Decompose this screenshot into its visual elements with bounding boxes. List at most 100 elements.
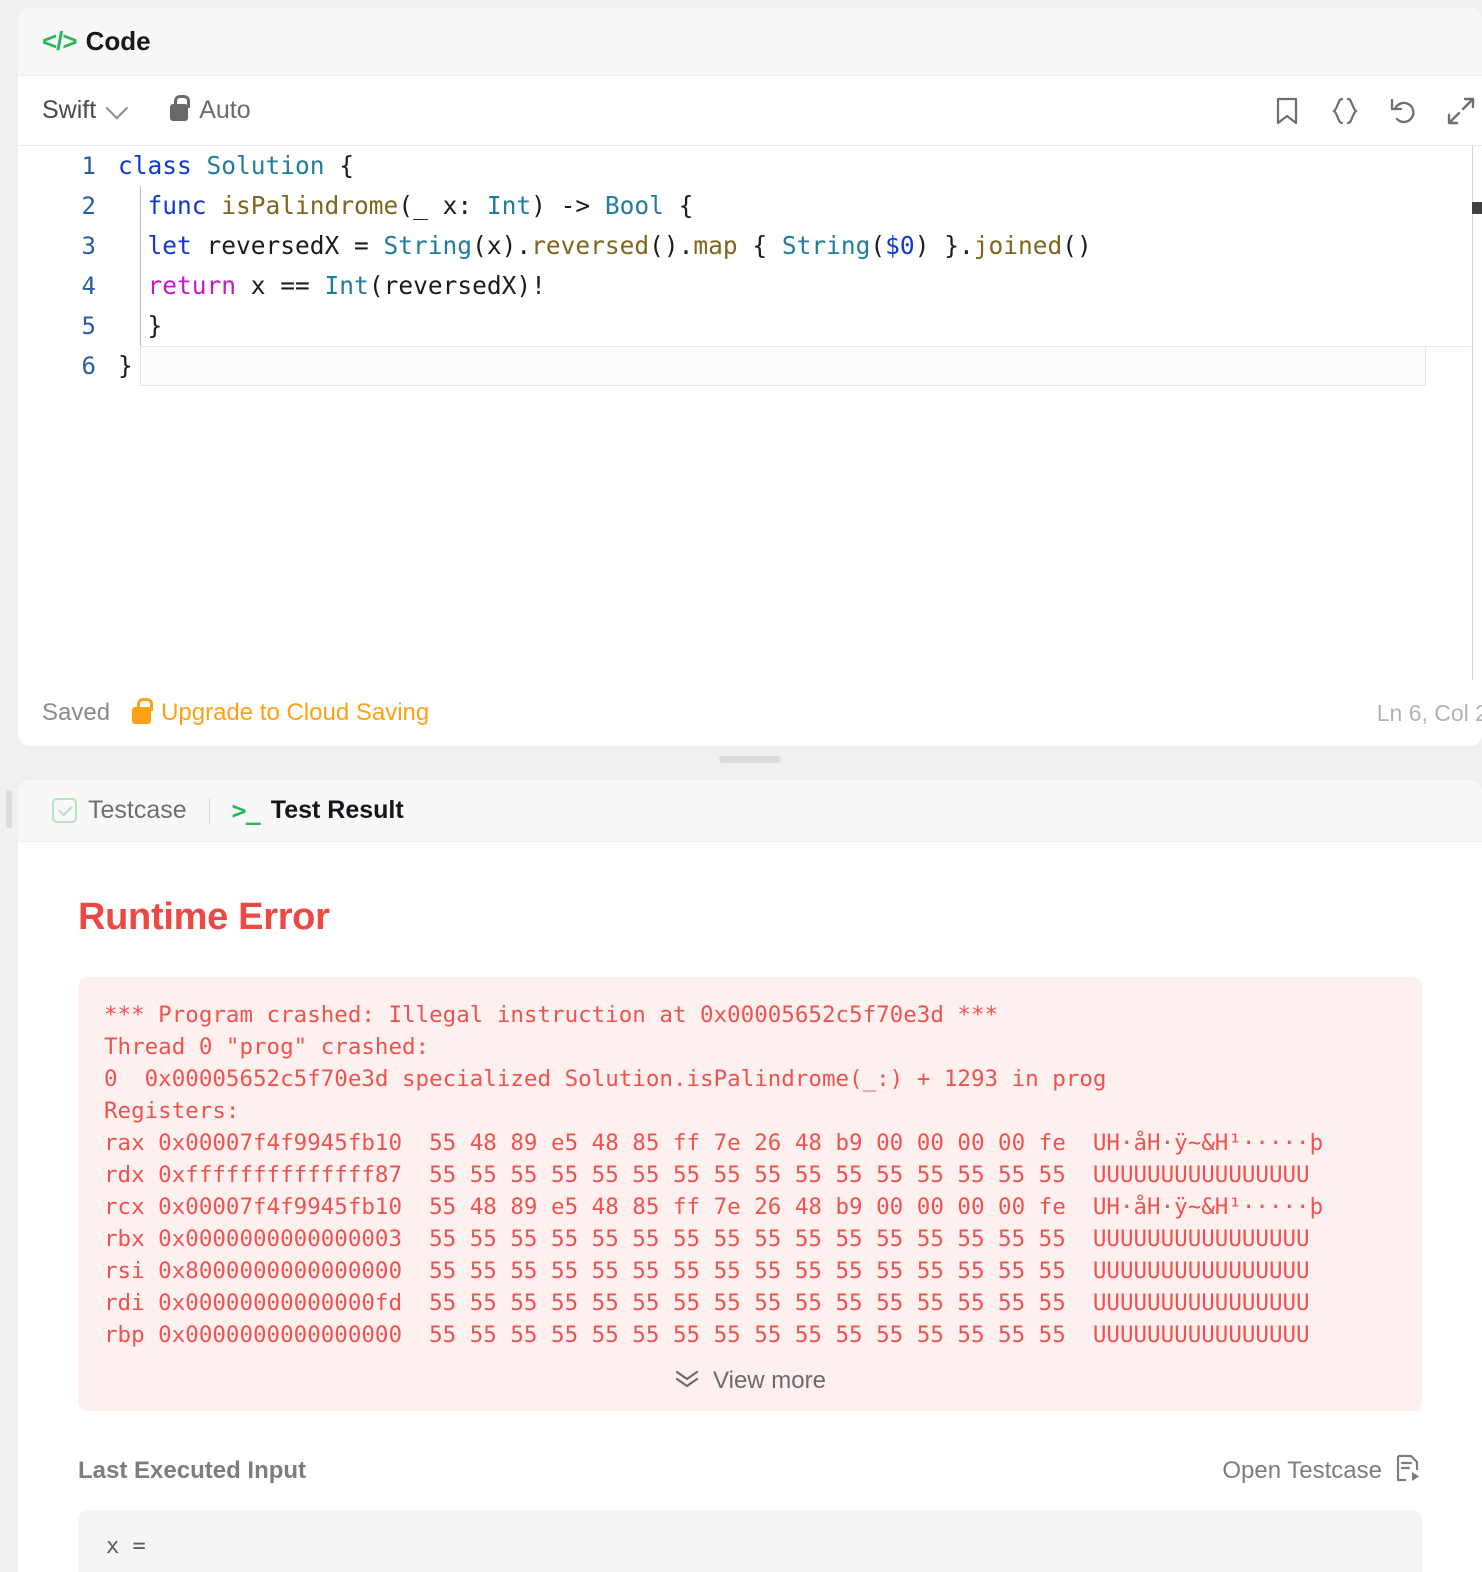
last-executed-input-header: Last Executed Input Open Testcase — [78, 1453, 1422, 1488]
register-row: rdi 0x00000000000000fd 55 55 55 55 55 55… — [104, 1290, 1310, 1316]
vertical-resize-handle[interactable] — [0, 782, 18, 1572]
code-token: (). — [649, 231, 694, 260]
code-line[interactable]: 2 func isPalindrome(_ x: Int) -> Bool { — [18, 186, 1482, 226]
tab-test-result[interactable]: >_ Test Result — [232, 796, 404, 825]
leetcode-editor-screen: </> Code Swift Auto 1 class Solution {2… — [0, 0, 1482, 1572]
indent-guide — [140, 306, 141, 346]
code-token: (_ x: — [398, 191, 487, 220]
resize-grip — [719, 755, 781, 763]
result-panel-tabs: Testcase >_ Test Result — [18, 780, 1482, 842]
undo-icon[interactable] — [1388, 96, 1418, 126]
language-selector-label: Swift — [42, 96, 97, 124]
line-number: 6 — [81, 352, 96, 380]
code-token: isPalindrome — [221, 191, 399, 220]
code-token: Bool — [604, 191, 664, 220]
code-token: reversedX = — [191, 231, 384, 260]
code-line-text: func isPalindrome(_ x: Int) -> Bool { — [118, 186, 694, 226]
code-token: ( — [870, 231, 886, 260]
code-line[interactable]: 1 class Solution { — [18, 146, 1482, 186]
code-line[interactable]: 4 return x == Int(reversedX)! — [18, 266, 1482, 306]
line-number: 5 — [81, 312, 96, 340]
code-line[interactable]: 6} — [18, 346, 1482, 386]
upgrade-cloud-saving-label: Upgrade to Cloud Saving — [161, 699, 430, 726]
horizontal-resize-handle[interactable] — [18, 748, 1482, 770]
tab-code[interactable]: </> Code — [42, 26, 151, 57]
open-testcase-icon — [1394, 1453, 1422, 1488]
code-line[interactable]: 5 } — [18, 306, 1482, 346]
crash-log-line: Thread 0 "prog" crashed: — [104, 1034, 430, 1060]
code-token: (x). — [472, 231, 532, 260]
open-testcase-label: Open Testcase — [1222, 1456, 1382, 1484]
code-line-text: } — [118, 346, 133, 386]
register-row: rax 0x00007f4f9945fb10 55 48 89 e5 48 85… — [104, 1130, 1324, 1156]
bookmark-icon[interactable] — [1272, 96, 1302, 126]
code-line[interactable]: 3 let reversedX = String(x).reversed().m… — [18, 226, 1482, 266]
code-token: class — [118, 151, 192, 180]
test-result-panel: Testcase >_ Test Result Runtime Error **… — [18, 780, 1482, 1572]
code-token: ) -> — [531, 191, 605, 220]
line-number: 1 — [81, 152, 96, 180]
chevron-down-icon — [105, 96, 129, 119]
lock-icon — [132, 697, 153, 724]
register-row: rbp 0x0000000000000000 55 55 55 55 55 55… — [104, 1322, 1310, 1348]
indent-guide — [140, 266, 141, 306]
code-panel: </> Code Swift Auto 1 class Solution {2… — [18, 8, 1482, 746]
register-row: rsi 0x8000000000000000 55 55 55 55 55 55… — [104, 1258, 1310, 1284]
expand-icon[interactable] — [1446, 96, 1476, 126]
code-editor-lines[interactable]: 1 class Solution {2 func isPalindrome(_ x… — [18, 146, 1482, 386]
code-token: let — [147, 231, 192, 260]
code-token: joined — [973, 231, 1063, 260]
code-brackets-icon: </> — [42, 26, 78, 56]
tab-testcase[interactable]: Testcase — [52, 796, 187, 825]
crash-log-text: *** Program crashed: Illegal instruction… — [78, 999, 1422, 1351]
code-token: Int — [324, 271, 369, 300]
register-row: rdx 0xffffffffffffff87 55 55 55 55 55 55… — [104, 1162, 1310, 1188]
tab-testcase-label: Testcase — [88, 796, 187, 824]
code-token: String — [781, 231, 871, 260]
view-more-label: View more — [713, 1367, 826, 1394]
code-token: { — [324, 151, 355, 180]
crash-log-line: *** Program crashed: Illegal instruction… — [104, 1002, 999, 1028]
register-row: rbx 0x0000000000000003 55 55 55 55 55 55… — [104, 1226, 1310, 1252]
scrollbar-thumb[interactable] — [1472, 202, 1482, 214]
editor-divider-line — [140, 346, 1471, 347]
open-testcase-button[interactable]: Open Testcase — [1222, 1453, 1422, 1488]
lock-icon — [170, 95, 191, 121]
auto-label: Auto — [199, 96, 251, 124]
double-chevron-down-icon — [674, 1369, 700, 1394]
crash-log-line: 0 0x00005652c5f70e3d specialized Solutio… — [104, 1066, 1107, 1092]
code-panel-header: </> Code — [18, 8, 1482, 76]
auto-lock-indicator[interactable]: Auto — [170, 95, 251, 125]
code-token: x == — [236, 271, 325, 300]
status-badge: Runtime Error — [78, 896, 330, 938]
line-number: 4 — [81, 272, 96, 300]
code-token: func — [147, 191, 207, 220]
code-token: $0 — [885, 231, 915, 260]
tab-test-result-label: Test Result — [270, 796, 404, 824]
indent-guide — [140, 186, 141, 226]
line-number: 3 — [81, 232, 96, 260]
tab-divider — [208, 797, 210, 824]
editor-vertical-scrollbar[interactable] — [1472, 146, 1482, 694]
curly-braces-icon[interactable] — [1330, 96, 1360, 126]
code-token: } — [118, 351, 133, 380]
line-number: 2 — [81, 192, 96, 220]
view-more-button[interactable]: View more — [78, 1367, 1422, 1395]
upgrade-cloud-saving-link[interactable]: Upgrade to Cloud Saving — [132, 697, 430, 727]
code-toolbar: Swift Auto — [18, 76, 1482, 146]
input-variable-label: x = — [106, 1534, 146, 1559]
resize-grip — [6, 790, 12, 828]
language-selector[interactable]: Swift — [42, 96, 129, 125]
last-executed-input-box[interactable]: x = — [78, 1510, 1422, 1572]
code-editor[interactable]: 1 class Solution {2 func isPalindrome(_ x… — [18, 146, 1482, 694]
code-token: return — [147, 271, 237, 300]
code-token: Solution — [206, 151, 325, 180]
tab-code-label: Code — [85, 26, 151, 56]
crash-log-box: *** Program crashed: Illegal instruction… — [78, 977, 1422, 1411]
code-token: Int — [486, 191, 532, 220]
code-panel-footer: Saved Upgrade to Cloud Saving Ln 6, Col … — [18, 680, 1482, 746]
